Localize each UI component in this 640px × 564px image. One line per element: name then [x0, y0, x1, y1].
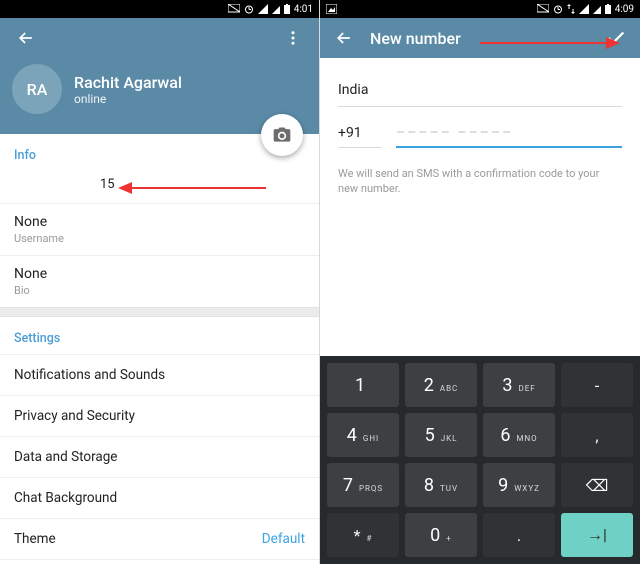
key-comma[interactable]: ,: [561, 413, 633, 457]
settings-item-theme[interactable]: Theme Default: [0, 518, 319, 559]
bio-label: Bio: [14, 284, 305, 297]
image-icon: [326, 4, 337, 14]
profile-header: RA Rachit Agarwal online: [0, 18, 319, 134]
phone-info-row[interactable]: 15: [0, 171, 319, 203]
list-item-value: Default: [262, 531, 305, 547]
status-bar: 4:01: [0, 0, 319, 18]
user-name: Rachit Agarwal: [74, 73, 182, 92]
list-item-label: Theme: [14, 531, 56, 547]
back-button[interactable]: [8, 20, 44, 56]
phone-last-digits: 15: [100, 177, 115, 192]
phone-right-new-number: 4:09 New number India +91 ––––– ––––– We…: [320, 0, 640, 564]
status-time: 4:01: [294, 4, 313, 15]
key-6[interactable]: 6MNO: [483, 413, 555, 457]
phone-form: India +91 ––––– ––––– We will send an SM…: [320, 58, 640, 197]
back-button[interactable]: [326, 20, 362, 56]
key-1[interactable]: 1: [327, 363, 399, 407]
list-item-label: Notifications and Sounds: [14, 367, 165, 383]
key-5[interactable]: 5JKL: [405, 413, 477, 457]
key-3[interactable]: 3DEF: [483, 363, 555, 407]
avatar-initials: RA: [27, 80, 48, 99]
bio-row[interactable]: None Bio: [0, 255, 319, 307]
key-star[interactable]: *#: [327, 513, 399, 557]
annotation-arrow-icon: [480, 36, 620, 50]
settings-item-data-storage[interactable]: Data and Storage: [0, 436, 319, 477]
signal-icon: [579, 4, 589, 14]
no-cast-icon: [228, 4, 240, 14]
battery-icon: [284, 4, 290, 14]
country-selector[interactable]: India: [338, 76, 622, 107]
list-item-label: Chat Background: [14, 490, 117, 506]
avatar[interactable]: RA: [12, 64, 62, 114]
key-4[interactable]: 4GHI: [327, 413, 399, 457]
more-menu-button[interactable]: [275, 20, 311, 56]
username-value: None: [14, 214, 305, 230]
alarm-icon: [244, 4, 254, 14]
camera-fab[interactable]: [261, 114, 303, 156]
settings-item-language[interactable]: LanguageEnglish: [0, 559, 319, 564]
signal-icon-2: [272, 4, 280, 14]
username-row[interactable]: None Username: [0, 203, 319, 255]
username-label: Username: [14, 232, 305, 245]
phone-left-settings: 4:01 RA Rachit Agarwal online Info 15 No…: [0, 0, 320, 564]
no-cast-icon: [537, 4, 549, 14]
new-number-header: New number: [320, 18, 640, 58]
numeric-keypad: 1 2ABC 3DEF - 4GHI 5JKL 6MNO , 7PRQS 8TU…: [320, 356, 640, 564]
key-2[interactable]: 2ABC: [405, 363, 477, 407]
country-code-input[interactable]: +91: [338, 121, 382, 148]
settings-section-label: Settings: [0, 317, 319, 354]
key-dot[interactable]: .: [483, 513, 555, 557]
key-backspace[interactable]: ⌫: [561, 463, 633, 507]
key-0[interactable]: 0+: [405, 513, 477, 557]
settings-item-notifications[interactable]: Notifications and Sounds: [0, 354, 319, 395]
user-status: online: [74, 92, 182, 106]
alarm-icon: [553, 4, 563, 14]
key-9[interactable]: 9WXYZ: [483, 463, 555, 507]
bio-value: None: [14, 266, 305, 282]
key-minus[interactable]: -: [561, 363, 633, 407]
hint-text: We will send an SMS with a confirmation …: [338, 166, 622, 197]
settings-item-privacy[interactable]: Privacy and Security: [0, 395, 319, 436]
settings-list: Notifications and Sounds Privacy and Sec…: [0, 354, 319, 564]
key-enter[interactable]: →|: [561, 513, 633, 557]
signal-icon: [258, 4, 268, 14]
key-7[interactable]: 7PRQS: [327, 463, 399, 507]
annotation-arrow-icon: [118, 181, 268, 195]
list-item-label: Data and Storage: [14, 449, 117, 465]
status-time: 4:09: [615, 4, 634, 15]
status-bar: 4:09: [320, 0, 640, 18]
settings-item-chat-background[interactable]: Chat Background: [0, 477, 319, 518]
list-item-label: Privacy and Security: [14, 408, 135, 424]
data-icon: [567, 4, 575, 14]
section-divider: [0, 307, 319, 317]
key-8[interactable]: 8TUV: [405, 463, 477, 507]
phone-number-input[interactable]: ––––– –––––: [396, 121, 622, 148]
battery-icon: [605, 4, 611, 14]
signal-icon-2: [593, 4, 601, 14]
